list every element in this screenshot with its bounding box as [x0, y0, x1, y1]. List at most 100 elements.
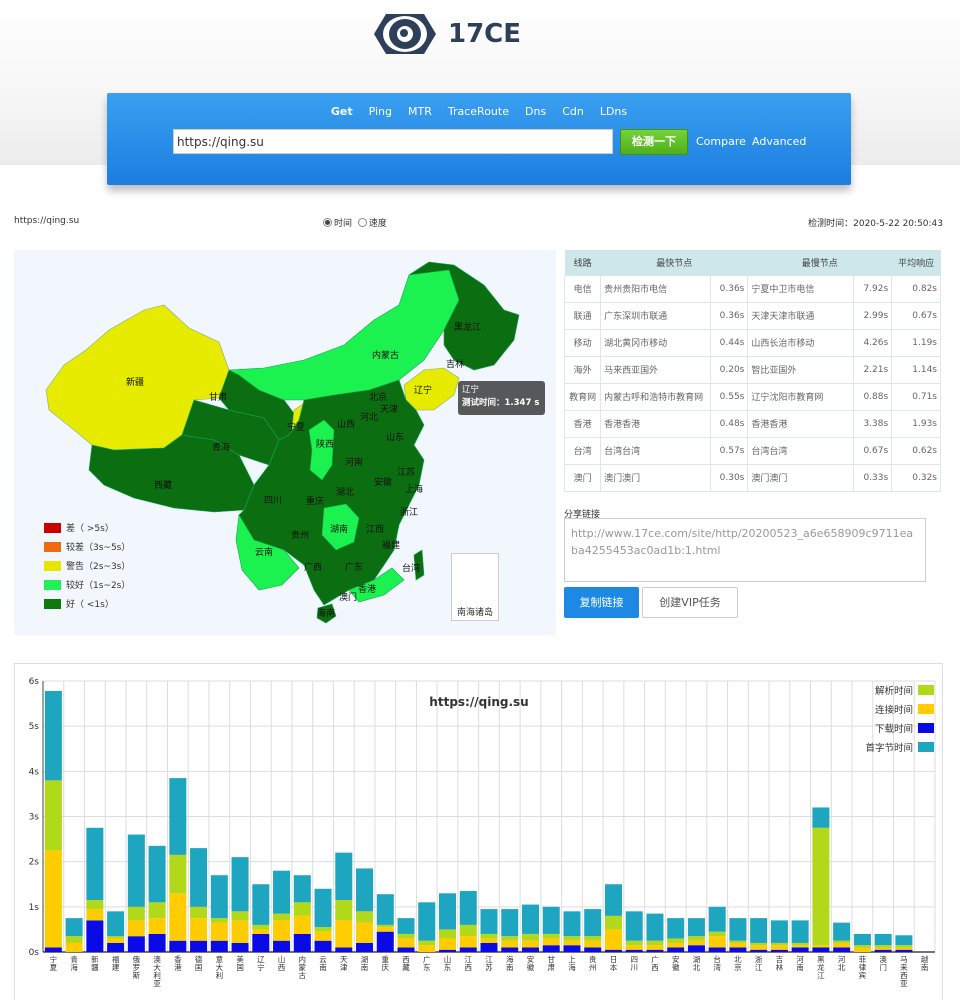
bar-segment[interactable] — [480, 933, 498, 939]
bar-segment[interactable] — [231, 911, 249, 921]
bar-segment[interactable] — [708, 931, 726, 937]
tab-dns[interactable]: Dns — [525, 105, 546, 118]
bar-segment[interactable] — [770, 945, 788, 950]
bar-segment[interactable] — [335, 900, 353, 921]
bar-segment[interactable] — [65, 936, 83, 943]
bar-segment[interactable] — [356, 922, 374, 943]
bar-segment[interactable] — [356, 942, 374, 952]
bar-segment[interactable] — [439, 893, 457, 930]
bar-segment[interactable] — [501, 940, 519, 948]
bar-segment[interactable] — [335, 852, 353, 901]
bar-segment[interactable] — [480, 909, 498, 934]
bar-segment[interactable] — [293, 902, 311, 916]
bar-segment[interactable] — [646, 913, 664, 941]
bar-segment[interactable] — [625, 911, 643, 941]
bar-segment[interactable] — [521, 947, 539, 952]
bar-segment[interactable] — [521, 904, 539, 934]
bar-segment[interactable] — [190, 940, 208, 952]
bar-segment[interactable] — [127, 936, 145, 952]
bar-segment[interactable] — [252, 924, 270, 930]
radio-speed[interactable] — [357, 218, 367, 227]
bar-segment[interactable] — [604, 949, 622, 952]
bar-segment[interactable] — [542, 933, 560, 939]
province-label[interactable]: 新疆 — [126, 375, 144, 388]
bar-segment[interactable] — [314, 927, 332, 932]
bar-segment[interactable] — [376, 894, 394, 925]
bar-segment[interactable] — [148, 902, 166, 919]
bar-segment[interactable] — [812, 947, 830, 952]
bar-segment[interactable] — [480, 938, 498, 943]
bar-segment[interactable] — [273, 870, 291, 914]
bar-segment[interactable] — [584, 936, 602, 941]
bar-segment[interactable] — [501, 936, 519, 941]
create-vip-task-button[interactable]: 创建VIP任务 — [642, 587, 738, 618]
bar-segment[interactable] — [252, 929, 270, 934]
province-label[interactable]: 台湾 — [402, 561, 420, 574]
bar-segment[interactable] — [480, 942, 498, 952]
bar-segment[interactable] — [895, 935, 913, 946]
check-button[interactable]: 检测一下 — [620, 129, 688, 155]
bar-segment[interactable] — [418, 945, 436, 952]
bar-segment[interactable] — [542, 906, 560, 934]
bar-segment[interactable] — [169, 893, 187, 941]
province-label[interactable]: 吉林 — [446, 357, 464, 370]
bar-segment[interactable] — [44, 690, 62, 781]
compare-link[interactable]: Compare — [696, 135, 746, 148]
bar-segment[interactable] — [210, 940, 228, 952]
province-label[interactable]: 陕西 — [316, 437, 334, 450]
bar-segment[interactable] — [376, 931, 394, 952]
tab-ldns[interactable]: LDns — [600, 105, 627, 118]
bar-segment[interactable] — [418, 902, 436, 941]
bar-segment[interactable] — [44, 850, 62, 948]
bar-segment[interactable] — [542, 945, 560, 952]
bar-segment[interactable] — [604, 915, 622, 930]
bar-segment[interactable] — [729, 940, 747, 943]
bar-segment[interactable] — [314, 931, 332, 941]
bar-segment[interactable] — [667, 918, 685, 939]
bar-segment[interactable] — [210, 918, 228, 923]
province-label[interactable]: 四川 — [264, 493, 282, 506]
bar-segment[interactable] — [708, 947, 726, 952]
province-label[interactable]: 青海 — [212, 440, 230, 453]
bar-segment[interactable] — [501, 947, 519, 952]
province-label[interactable]: 天津 — [380, 402, 398, 415]
province-label[interactable]: 宁夏 — [287, 420, 305, 433]
province-label[interactable]: 广西 — [304, 560, 322, 573]
bar-segment[interactable] — [148, 933, 166, 952]
bar-segment[interactable] — [563, 945, 581, 952]
bar-segment[interactable] — [770, 920, 788, 943]
bar-segment[interactable] — [397, 938, 415, 948]
bar-segment[interactable] — [459, 924, 477, 937]
province-label[interactable]: 江苏 — [397, 465, 415, 478]
province-label[interactable]: 贵州 — [291, 528, 309, 541]
bar-segment[interactable] — [148, 845, 166, 903]
bar-segment[interactable] — [44, 780, 62, 851]
province-label[interactable]: 澳门 — [339, 590, 357, 603]
bar-segment[interactable] — [190, 918, 208, 941]
copy-link-button[interactable]: 复制链接 — [564, 587, 639, 618]
bar-segment[interactable] — [542, 938, 560, 946]
province-label[interactable]: 上海 — [405, 482, 423, 495]
bar-segment[interactable] — [812, 807, 830, 828]
bar-segment[interactable] — [376, 924, 394, 928]
bar-segment[interactable] — [397, 918, 415, 934]
bar-segment[interactable] — [521, 933, 539, 941]
bar-segment[interactable] — [895, 947, 913, 950]
bar-segment[interactable] — [127, 834, 145, 907]
bar-segment[interactable] — [833, 940, 851, 943]
province-label[interactable]: 山西 — [337, 417, 355, 430]
bar-segment[interactable] — [646, 940, 664, 946]
radio-time[interactable] — [323, 218, 332, 227]
bar-segment[interactable] — [729, 947, 747, 952]
bar-segment[interactable] — [107, 938, 125, 943]
bar-segment[interactable] — [646, 945, 664, 950]
bar-segment[interactable] — [335, 920, 353, 948]
bar-segment[interactable] — [812, 827, 830, 946]
bar-segment[interactable] — [376, 927, 394, 932]
bar-segment[interactable] — [708, 936, 726, 948]
bar-segment[interactable] — [687, 936, 705, 941]
province-label[interactable]: 安徽 — [374, 475, 392, 488]
bar-segment[interactable] — [439, 929, 457, 939]
bar-segment[interactable] — [314, 940, 332, 952]
bar-segment[interactable] — [148, 918, 166, 934]
